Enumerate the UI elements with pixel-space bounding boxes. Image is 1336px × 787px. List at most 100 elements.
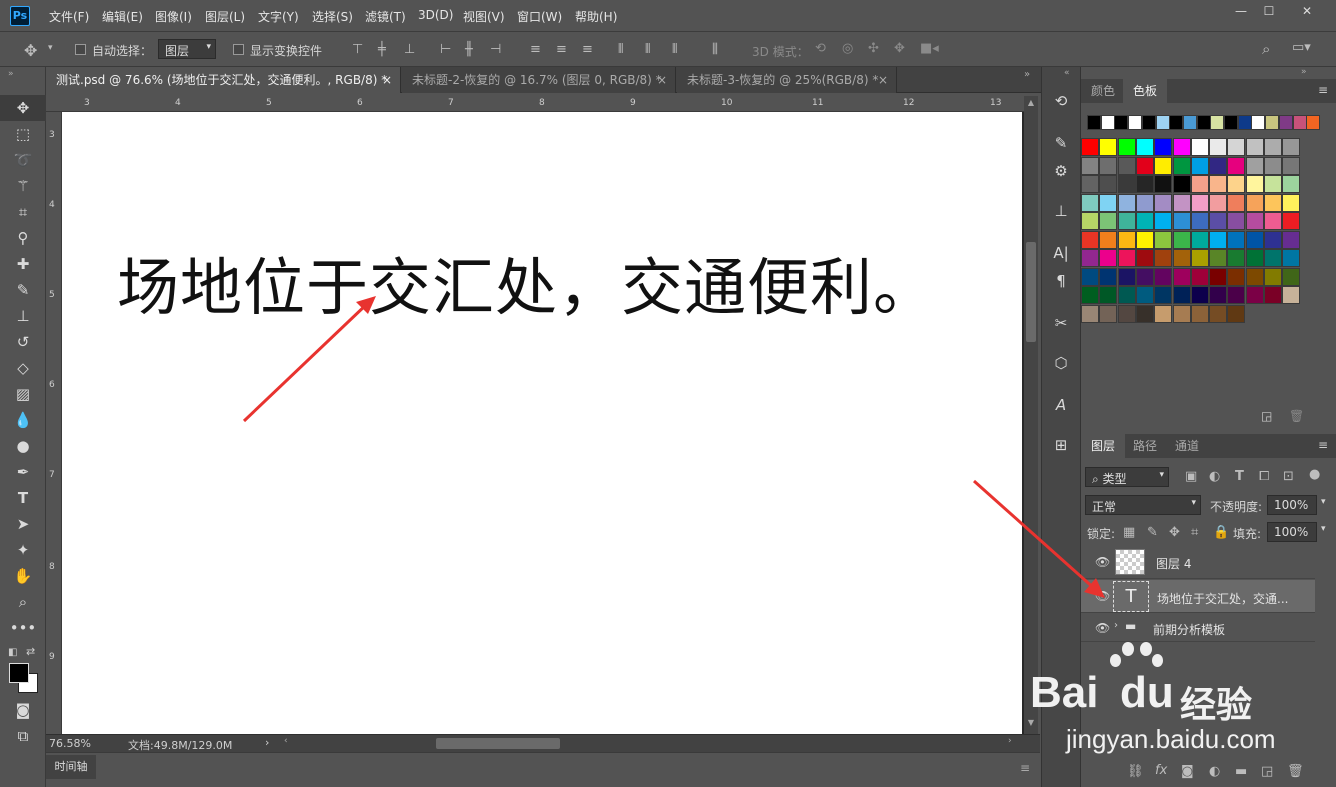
color-swatch[interactable] (1209, 175, 1228, 193)
color-swatch[interactable] (1155, 115, 1170, 130)
color-swatch[interactable] (1172, 230, 1191, 249)
color-swatch[interactable] (1154, 156, 1173, 175)
color-swatch[interactable] (1135, 156, 1154, 175)
color-swatch[interactable] (1245, 230, 1264, 249)
color-swatch[interactable] (1154, 193, 1173, 212)
color-swatch[interactable] (1135, 138, 1154, 156)
color-swatch[interactable] (1190, 175, 1209, 193)
color-swatch[interactable] (1100, 115, 1115, 130)
color-swatch[interactable] (1265, 115, 1280, 130)
color-swatch[interactable] (1245, 212, 1264, 230)
color-swatch[interactable] (1282, 138, 1301, 156)
color-swatch[interactable] (1099, 193, 1118, 212)
color-swatch[interactable] (1117, 212, 1136, 230)
color-swatch[interactable] (1081, 249, 1099, 267)
color-swatch[interactable] (1190, 138, 1209, 156)
color-swatch[interactable] (1117, 175, 1136, 193)
color-swatch[interactable] (1117, 304, 1136, 323)
color-swatch[interactable] (1081, 286, 1099, 304)
color-swatch[interactable] (1264, 249, 1282, 267)
color-swatch[interactable] (1099, 212, 1118, 230)
color-swatch[interactable] (1209, 156, 1228, 175)
color-swatch[interactable] (1282, 267, 1301, 286)
color-swatch[interactable] (1282, 249, 1301, 267)
color-swatch[interactable] (1227, 267, 1246, 286)
color-swatch[interactable] (1251, 115, 1266, 130)
color-swatch[interactable] (1081, 304, 1099, 323)
color-swatch[interactable] (1282, 212, 1301, 230)
color-swatch[interactable] (1135, 249, 1154, 267)
color-swatch[interactable] (1172, 304, 1191, 323)
color-swatch[interactable] (1135, 267, 1154, 286)
color-swatch[interactable] (1227, 193, 1246, 212)
color-swatch[interactable] (1209, 249, 1228, 267)
color-swatch[interactable] (1282, 286, 1301, 304)
color-swatch[interactable] (1190, 304, 1209, 323)
color-swatch[interactable] (1117, 286, 1136, 304)
color-swatch[interactable] (1141, 115, 1156, 130)
color-swatch[interactable] (1292, 115, 1307, 130)
color-swatch[interactable] (1245, 267, 1264, 286)
color-swatch[interactable] (1190, 230, 1209, 249)
color-swatch[interactable] (1196, 115, 1211, 130)
color-swatch[interactable] (1154, 175, 1173, 193)
color-swatch[interactable] (1099, 230, 1118, 249)
color-swatch[interactable] (1306, 115, 1321, 130)
color-swatch[interactable] (1135, 193, 1154, 212)
color-swatch[interactable] (1135, 286, 1154, 304)
color-swatch[interactable] (1282, 230, 1301, 249)
color-swatch[interactable] (1099, 138, 1118, 156)
color-swatch[interactable] (1117, 156, 1136, 175)
color-swatch[interactable] (1264, 138, 1282, 156)
color-swatch[interactable] (1172, 138, 1191, 156)
color-swatch[interactable] (1245, 138, 1264, 156)
color-swatch[interactable] (1081, 193, 1099, 212)
color-swatch[interactable] (1227, 230, 1246, 249)
color-swatch[interactable] (1099, 286, 1118, 304)
color-swatch[interactable] (1172, 175, 1191, 193)
color-swatch[interactable] (1117, 267, 1136, 286)
color-swatch[interactable] (1209, 230, 1228, 249)
color-swatch[interactable] (1190, 249, 1209, 267)
color-swatch[interactable] (1081, 230, 1099, 249)
color-swatch[interactable] (1190, 193, 1209, 212)
color-swatch[interactable] (1154, 304, 1173, 323)
color-swatch[interactable] (1081, 175, 1099, 193)
color-swatch[interactable] (1190, 212, 1209, 230)
color-swatch[interactable] (1172, 249, 1191, 267)
color-swatch[interactable] (1245, 193, 1264, 212)
color-swatch[interactable] (1209, 138, 1228, 156)
color-swatch[interactable] (1282, 193, 1301, 212)
color-swatch[interactable] (1237, 115, 1252, 130)
color-swatch[interactable] (1135, 304, 1154, 323)
color-swatch[interactable] (1154, 267, 1173, 286)
color-swatch[interactable] (1099, 175, 1118, 193)
color-swatch[interactable] (1224, 115, 1238, 130)
color-swatch[interactable] (1209, 212, 1228, 230)
color-swatch[interactable] (1190, 286, 1209, 304)
color-swatch[interactable] (1209, 193, 1228, 212)
color-swatch[interactable] (1154, 138, 1173, 156)
color-swatch[interactable] (1264, 193, 1282, 212)
color-swatch[interactable] (1209, 286, 1228, 304)
color-swatch[interactable] (1099, 304, 1118, 323)
color-swatch[interactable] (1210, 115, 1225, 130)
color-swatch[interactable] (1264, 156, 1282, 175)
color-swatch[interactable] (1172, 193, 1191, 212)
color-swatch[interactable] (1227, 156, 1246, 175)
color-swatch[interactable] (1154, 212, 1173, 230)
color-swatch[interactable] (1117, 193, 1136, 212)
color-swatch[interactable] (1245, 249, 1264, 267)
color-swatch[interactable] (1081, 212, 1099, 230)
color-swatch[interactable] (1245, 175, 1264, 193)
color-swatch[interactable] (1081, 138, 1099, 156)
color-swatch[interactable] (1154, 286, 1173, 304)
color-swatch[interactable] (1264, 286, 1282, 304)
color-swatch[interactable] (1128, 115, 1143, 130)
color-swatch[interactable] (1282, 156, 1301, 175)
color-swatch[interactable] (1099, 267, 1118, 286)
color-swatch[interactable] (1227, 138, 1246, 156)
color-swatch[interactable] (1154, 249, 1173, 267)
color-swatch[interactable] (1278, 115, 1293, 130)
color-swatch[interactable] (1264, 230, 1282, 249)
